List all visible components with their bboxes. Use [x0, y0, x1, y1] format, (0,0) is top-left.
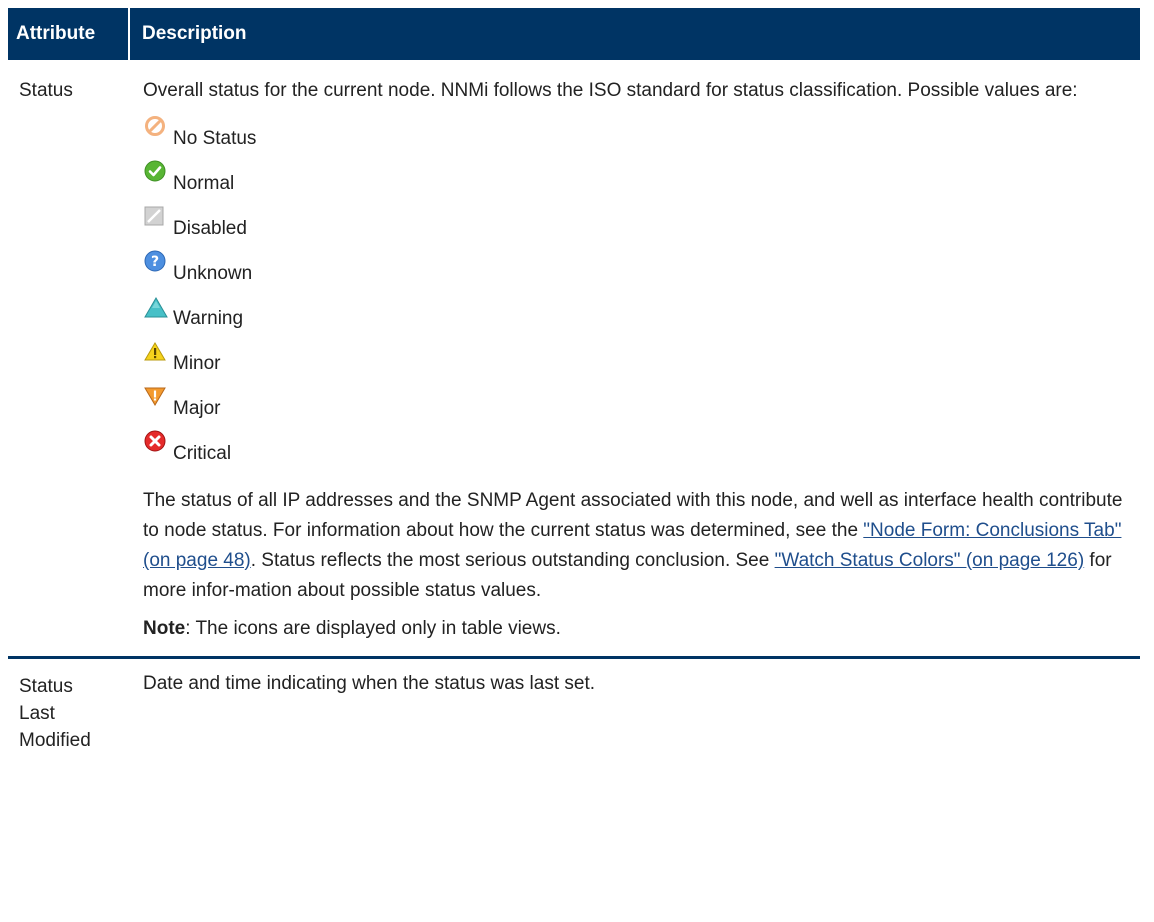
- major-icon: [144, 387, 166, 406]
- status-item-disabled: Disabled: [143, 205, 1128, 250]
- no-status-icon: [145, 116, 165, 136]
- status-description: The status of all IP addresses and the S…: [143, 486, 1128, 606]
- status-label: Warning: [173, 308, 244, 329]
- watch-status-colors-link[interactable]: "Watch Status Colors" (on page 126): [775, 550, 1085, 571]
- header-description: Description: [128, 8, 1140, 60]
- description-cell: Date and time indicating when the status…: [143, 673, 596, 694]
- description-cell: Overall status for the current node. NNM…: [129, 60, 1140, 659]
- status-label: Disabled: [173, 218, 247, 239]
- attribute-line: Modified: [19, 730, 91, 751]
- note-text: : The icons are displayed only in table …: [185, 618, 561, 639]
- attribute-cell: Status Last Modified: [8, 658, 129, 755]
- status-label: Minor: [173, 353, 221, 374]
- table-header-row: Attribute Description: [8, 8, 1140, 60]
- minor-icon: [144, 342, 166, 361]
- status-item-major: Major: [143, 385, 1128, 430]
- critical-icon: [144, 430, 166, 452]
- header-attribute: Attribute: [8, 8, 129, 60]
- unknown-icon: ?: [144, 250, 166, 272]
- note-label: Note: [143, 618, 186, 639]
- status-label: Unknown: [173, 263, 253, 284]
- status-label: Normal: [173, 173, 235, 194]
- status-item-normal: Normal: [143, 160, 1128, 205]
- attribute-line: Status: [19, 676, 73, 697]
- note: Note: The icons are displayed only in ta…: [143, 614, 1128, 644]
- status-item-minor: Minor: [143, 340, 1128, 385]
- body-text-2: . Status reflects the most serious outst…: [250, 550, 775, 571]
- table-row-status-last-modified: Status Last Modified Date and time indic…: [8, 658, 1140, 755]
- table-row-status: Status Overall status for the current no…: [8, 60, 1140, 659]
- status-item-critical: Critical: [143, 430, 1128, 475]
- warning-icon: [144, 297, 168, 318]
- attribute-table: Attribute Description Status Overall sta…: [8, 8, 1140, 754]
- status-item-unknown: ? Unknown: [143, 250, 1128, 295]
- status-intro: Overall status for the current node. NNM…: [143, 80, 1078, 101]
- status-label: No Status: [173, 128, 257, 149]
- attribute-line: Last: [19, 703, 55, 724]
- attribute-cell: Status: [8, 60, 129, 659]
- status-item-no-status: No Status: [143, 115, 1128, 160]
- status-label: Critical: [173, 443, 232, 464]
- normal-icon: [144, 160, 166, 182]
- svg-text:?: ?: [151, 254, 159, 270]
- disabled-icon: [144, 206, 164, 226]
- status-label: Major: [173, 398, 221, 419]
- status-item-warning: Warning: [143, 295, 1128, 340]
